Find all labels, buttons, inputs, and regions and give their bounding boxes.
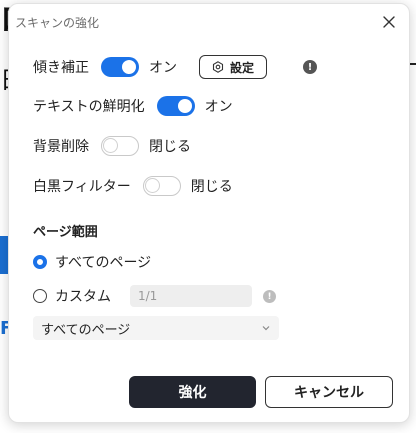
background-removal-row: 背景削除 閉じる [33, 133, 191, 159]
settings-button-label: 設定 [230, 60, 255, 75]
background-removal-state: 閉じる [149, 139, 191, 155]
custom-option[interactable]: カスタム [33, 283, 111, 309]
skew-correction-toggle[interactable] [101, 57, 139, 77]
all-pages-radio[interactable] [33, 255, 47, 269]
all-pages-label: すべてのページ [55, 255, 152, 271]
background-removal-toggle[interactable] [101, 136, 139, 156]
bw-filter-label: 白黒フィルター [33, 179, 131, 195]
custom-label: カスタム [55, 289, 111, 305]
toggle-knob [145, 179, 159, 192]
toggle-knob [122, 60, 136, 74]
page-range-select[interactable]: すべてのページ [33, 316, 279, 340]
skew-correction-row: 傾き補正 オン 設定 ! [33, 54, 318, 80]
toggle-knob [104, 139, 117, 152]
toggle-knob [177, 99, 192, 113]
all-pages-option[interactable]: すべてのページ [33, 249, 151, 275]
page-range-title: ページ範囲 [33, 225, 98, 240]
background-removal-label: 背景削除 [33, 139, 89, 155]
text-sharpen-toggle[interactable] [156, 96, 195, 116]
text-sharpen-row: テキストの鮮明化 オン [33, 93, 233, 119]
skew-correction-state: オン [149, 60, 177, 76]
bw-filter-row: 白黒フィルター 閉じる [33, 173, 233, 199]
page-range-select-value: すべてのページ [41, 322, 131, 338]
scan-enhance-dialog: スキャンの強化 傾き補正 オン 設定 ! テキストの鮮明化 オン 背景削除 閉じ… [8, 3, 410, 423]
close-button[interactable] [381, 14, 397, 30]
close-icon [383, 16, 395, 28]
skew-correction-label: 傾き補正 [33, 60, 89, 76]
cancel-button[interactable]: キャンセル [265, 376, 393, 408]
dialog-title: スキャンの強化 [15, 16, 100, 30]
chevron-down-icon [262, 326, 270, 331]
gear-icon [212, 61, 224, 73]
enhance-button[interactable]: 強化 [129, 376, 256, 408]
info-icon[interactable]: ! [263, 290, 276, 303]
custom-radio[interactable] [33, 289, 47, 303]
text-sharpen-label: テキストの鮮明化 [33, 99, 145, 115]
text-sharpen-state: オン [204, 99, 233, 115]
bw-filter-toggle[interactable] [142, 176, 181, 196]
bw-filter-state: 閉じる [190, 179, 233, 195]
custom-page-input[interactable]: 1/1 [130, 285, 252, 307]
settings-button[interactable]: 設定 [199, 55, 268, 79]
info-icon[interactable]: ! [303, 60, 318, 74]
